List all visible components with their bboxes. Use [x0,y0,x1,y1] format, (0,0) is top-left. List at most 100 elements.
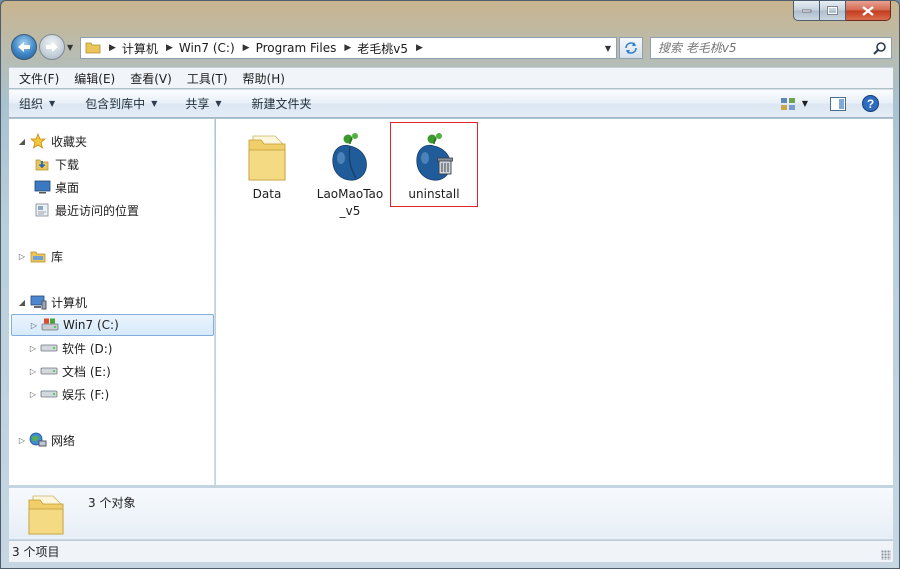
share-button[interactable]: 共享 ▼ [167,90,231,117]
menu-edit[interactable]: 编辑(E) [64,70,120,87]
chevron-right-icon[interactable]: ▶ [109,43,116,53]
downloads-folder-icon [33,156,51,172]
chevron-right-icon[interactable]: ▶ [344,43,351,53]
nav-label: 网络 [51,433,76,448]
drive-icon [40,340,58,356]
minimize-button[interactable] [793,1,820,21]
network-icon [29,432,47,448]
collapse-icon[interactable]: ◢ [17,298,27,307]
peach-app-icon [328,126,372,182]
recent-pages-dropdown[interactable]: ▼ [67,43,77,53]
expand-icon[interactable]: ▷ [28,367,38,376]
expand-icon[interactable]: ▷ [28,344,38,353]
view-options-dropdown[interactable]: ▼ [802,90,818,117]
nav-drive-f[interactable]: ▷ 娱乐 (F:) [28,383,109,405]
status-bar: 3 个项目 [9,540,893,562]
maximize-button[interactable] [820,1,846,21]
forward-button[interactable] [39,34,65,60]
chevron-right-icon[interactable]: ▶ [166,43,173,53]
new-folder-label: 新建文件夹 [251,97,312,111]
breadcrumb-item[interactable]: Win7 (C:) [179,41,235,55]
refresh-icon [625,42,637,54]
search-box [650,37,892,59]
menu-file[interactable]: 文件(F) [9,70,64,87]
drive-icon [40,363,58,379]
nav-label: 桌面 [55,180,80,195]
arrow-right-icon [46,42,58,52]
address-history-dropdown[interactable]: ▼ [600,38,616,58]
organize-label: 组织 [19,97,44,111]
chevron-right-icon[interactable]: ▶ [416,43,423,53]
expand-icon[interactable]: ▷ [28,390,38,399]
recent-places-icon [33,202,51,218]
nav-drive-e[interactable]: ▷ 文档 (E:) [28,360,111,382]
search-input[interactable] [651,38,869,58]
preview-pane-icon [830,96,846,111]
file-item-uninstall[interactable]: uninstall [390,122,478,207]
refresh-button[interactable] [619,37,643,59]
menu-help[interactable]: 帮助(H) [233,70,290,87]
chevron-down-icon: ▼ [215,99,222,108]
share-label: 共享 [185,97,210,111]
include-library-button[interactable]: 包含到库中 ▼ [65,90,167,117]
svg-text:?: ? [867,97,874,111]
chevron-down-icon: ▼ [151,99,158,108]
expand-icon[interactable]: ▷ [29,321,39,330]
menu-view[interactable]: 查看(V) [120,70,177,87]
search-icon[interactable] [869,41,891,55]
chevron-down-icon: ▼ [49,99,56,108]
address-bar[interactable]: ▶ 计算机 ▶ Win7 (C:) ▶ Program Files ▶ 老毛桃v… [80,37,617,59]
folder-icon [85,40,101,57]
nav-network[interactable]: ▷ 网络 [17,429,75,451]
system-drive-icon [41,317,59,333]
new-folder-button[interactable]: 新建文件夹 [232,90,322,117]
menu-tools[interactable]: 工具(T) [177,70,233,87]
nav-label: 下载 [55,157,80,172]
breadcrumb-item[interactable]: 老毛桃v5 [357,40,408,57]
peach-uninstall-icon [412,126,456,182]
folder-icon [245,126,289,182]
resize-grip[interactable] [881,550,891,560]
change-view-button[interactable] [774,90,802,117]
nav-label: 最近访问的位置 [55,203,140,218]
expand-icon[interactable]: ▷ [17,252,27,261]
command-bar: 组织 ▼ 包含到库中 ▼ 共享 ▼ 新建文件夹 ▼ ? [9,89,893,118]
help-icon: ? [862,95,879,112]
nav-label: 收藏夹 [51,134,88,149]
maximize-icon [827,5,838,15]
nav-drive-c[interactable]: ▷ Win7 (C:) [11,314,214,336]
nav-downloads[interactable]: 下载 [31,153,79,175]
nav-label: 库 [51,249,64,264]
preview-pane-button[interactable] [818,90,858,117]
expand-icon[interactable]: ▷ [17,436,27,445]
file-name: uninstall [408,187,460,201]
minimize-icon [801,9,811,12]
caption-buttons [793,1,891,21]
nav-label: 计算机 [51,295,88,310]
file-item-laomaotao[interactable]: LaoMaoTao_v5 [311,126,389,220]
nav-desktop[interactable]: 桌面 [31,176,79,198]
view-grid-icon [780,97,795,110]
chevron-right-icon[interactable]: ▶ [243,43,250,53]
breadcrumb-item[interactable]: 计算机 [122,40,158,57]
file-item-data[interactable]: Data [228,126,306,203]
navigation-pane: ◢ 收藏夹 下载 桌面 最近访问的位置 ▷ 库 ◢ 计算机 ▷ Win7 (C:… [9,119,215,485]
nav-drive-d[interactable]: ▷ 软件 (D:) [28,337,113,359]
breadcrumb-item[interactable]: Program Files [256,41,337,55]
back-button[interactable] [11,34,37,60]
star-icon [29,133,47,149]
selection-summary: 3 个对象 [88,496,136,510]
nav-libraries[interactable]: ▷ 库 [17,245,63,267]
organize-button[interactable]: 组织 ▼ [9,90,65,117]
nav-favorites[interactable]: ◢ 收藏夹 [17,130,87,152]
help-button[interactable]: ? [858,90,893,117]
nav-recent-places[interactable]: 最近访问的位置 [31,199,139,221]
nav-label: 文档 (E:) [62,364,111,379]
collapse-icon[interactable]: ◢ [17,137,27,146]
address-row: ▼ ▶ 计算机 ▶ Win7 (C:) ▶ Program Files ▶ 老毛… [1,31,899,63]
close-button[interactable] [846,1,891,21]
view-controls: ▼ ? [774,90,893,117]
nav-computer[interactable]: ◢ 计算机 [17,291,87,313]
close-icon [862,5,874,16]
folder-icon [25,492,69,539]
